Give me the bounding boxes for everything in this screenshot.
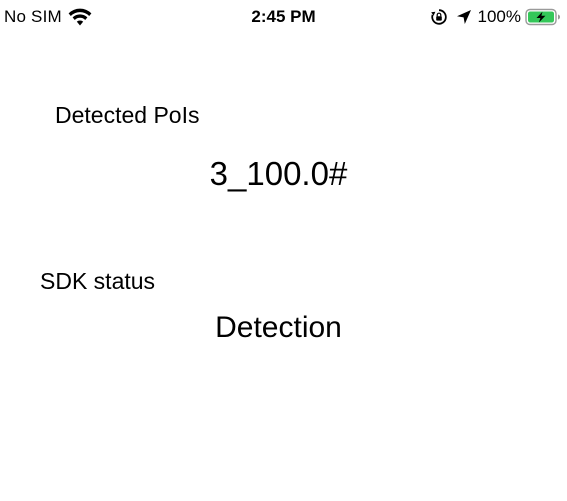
battery-percent: 100% bbox=[477, 7, 521, 26]
orientation-lock-icon bbox=[430, 8, 448, 26]
app-screen: No SIM 2:45 PM 100% Detected PoIs 3_100.… bbox=[0, 0, 567, 501]
detected-pois-label: Detected PoIs bbox=[55, 102, 200, 128]
sdk-status-label: SDK status bbox=[40, 268, 156, 294]
status-right-group: 100% bbox=[430, 6, 561, 28]
sdk-status-value: Detection bbox=[215, 311, 342, 344]
battery-charging-icon bbox=[525, 8, 561, 26]
status-bar: No SIM 2:45 PM 100% bbox=[0, 0, 567, 34]
location-arrow-icon bbox=[456, 9, 472, 25]
detected-pois-value: 3_100.0# bbox=[209, 155, 348, 192]
